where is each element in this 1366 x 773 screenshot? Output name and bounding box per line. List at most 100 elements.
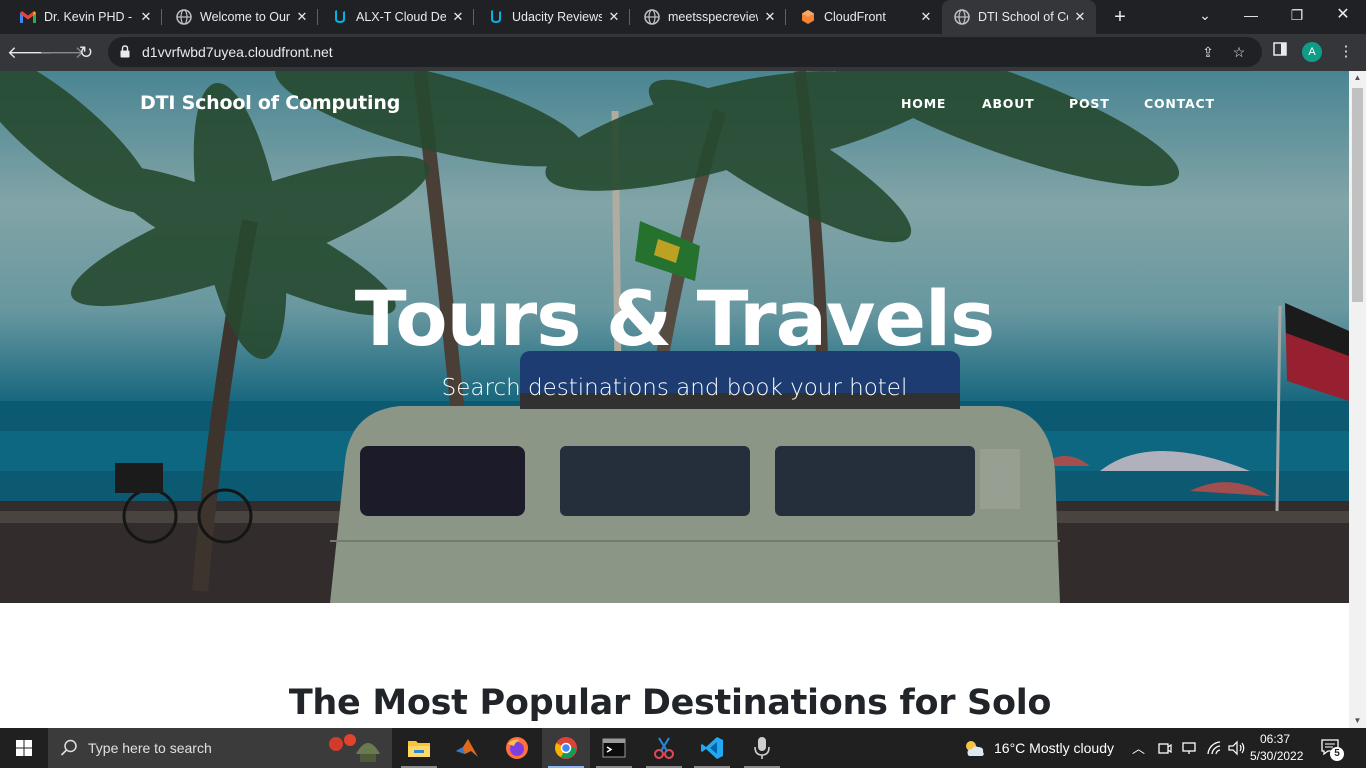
vscode-icon <box>701 737 723 759</box>
tab-divider <box>161 9 162 25</box>
minimize-button[interactable]: — <box>1228 0 1274 34</box>
vscode-app[interactable] <box>688 728 736 768</box>
hero-title: Tours & Travels <box>354 274 996 363</box>
matlab-icon <box>456 739 478 757</box>
udacity-icon <box>332 9 348 25</box>
clock-date: 5/30/2022 <box>1250 749 1304 763</box>
snipping-tool-app[interactable] <box>640 728 688 768</box>
chrome-icon <box>555 737 577 759</box>
globe-icon <box>954 9 970 25</box>
windows-taskbar: Type here to search 16°C Mostly cloudy ︿… <box>0 728 1366 768</box>
nav-home[interactable]: HOME <box>901 96 946 111</box>
tab-title: Dr. Kevin PHD - d <box>44 10 134 24</box>
close-tab-icon[interactable]: ✕ <box>918 9 934 25</box>
hero-banner: DTI School of Computing HOME ABOUT POST … <box>0 71 1349 603</box>
browser-tab-active[interactable]: DTI School of Co ✕ <box>942 0 1096 34</box>
new-tab-button[interactable]: + <box>1108 5 1132 29</box>
windows-logo-icon <box>16 740 32 756</box>
close-window-button[interactable]: ✕ <box>1320 0 1366 34</box>
notification-center-button[interactable]: 5 <box>1320 738 1346 761</box>
meet-now-icon[interactable] <box>1158 740 1172 756</box>
section-heading: The Most Popular Destinations for Solo <box>288 683 1052 723</box>
nav-about[interactable]: ABOUT <box>982 96 1035 111</box>
notification-count-badge: 5 <box>1330 747 1344 761</box>
terminal-app[interactable] <box>590 728 638 768</box>
search-icon <box>60 739 77 756</box>
taskbar-clock[interactable]: 06:37 5/30/2022 <box>1250 731 1304 765</box>
browser-tab-strip: Dr. Kevin PHD - d ✕ Welcome to Our ✕ ALX… <box>0 0 1366 34</box>
clock-time: 06:37 <box>1259 732 1291 746</box>
close-tab-icon[interactable]: ✕ <box>606 9 622 25</box>
tab-search-icon[interactable]: ⌄ <box>1182 0 1228 34</box>
tab-title: meetsspecreview <box>668 10 758 24</box>
show-hidden-icons-chevron-icon[interactable]: ︿ <box>1132 738 1145 757</box>
search-placeholder: Type here to search <box>88 740 212 756</box>
close-tab-icon[interactable]: ✕ <box>138 9 154 25</box>
page-scrollbar[interactable]: ▲ ▼ <box>1349 71 1366 728</box>
firefox-icon <box>506 737 528 759</box>
tab-divider <box>785 9 786 25</box>
terminal-icon <box>602 738 626 758</box>
aws-icon <box>800 9 816 25</box>
browser-tab[interactable]: CloudFront ✕ <box>788 0 942 34</box>
network-plug-icon[interactable] <box>1181 741 1197 755</box>
scrollbar-thumb[interactable] <box>1352 88 1363 302</box>
forward-arrow-icon[interactable]: 🡒 <box>39 39 85 67</box>
tab-title: Udacity Reviews <box>512 10 602 24</box>
tab-divider <box>473 9 474 25</box>
side-panel-icon[interactable] <box>1268 40 1292 64</box>
page-viewport: DTI School of Computing HOME ABOUT POST … <box>0 71 1349 728</box>
globe-icon <box>176 9 192 25</box>
url-text[interactable]: d1vvrfwbd7uyea.cloudfront.net <box>142 44 333 60</box>
browser-toolbar: 🡐 🡒 ↻ d1vvrfwbd7uyea.cloudfront.net ⇪ ☆ … <box>0 34 1366 71</box>
globe-icon <box>644 9 660 25</box>
nav-post[interactable]: POST <box>1069 96 1110 111</box>
reload-icon[interactable]: ↻ <box>72 39 100 67</box>
search-highlight-icon <box>329 734 380 762</box>
share-icon[interactable]: ⇪ <box>1198 42 1218 62</box>
tab-title: Welcome to Our <box>200 10 290 24</box>
tab-title: CloudFront <box>824 10 886 24</box>
file-explorer-app[interactable] <box>395 728 443 768</box>
address-bar[interactable]: d1vvrfwbd7uyea.cloudfront.net ⇪ ☆ <box>108 37 1262 67</box>
back-arrow-icon[interactable]: 🡐 <box>7 39 53 67</box>
nav-contact[interactable]: CONTACT <box>1144 96 1215 111</box>
close-tab-icon[interactable]: ✕ <box>294 9 310 25</box>
windows-start-button[interactable] <box>0 728 48 768</box>
lock-icon[interactable] <box>120 45 130 63</box>
close-tab-icon[interactable]: ✕ <box>762 9 778 25</box>
close-tab-icon[interactable]: ✕ <box>1072 9 1088 25</box>
hero-subtitle: Search destinations and book your hotel <box>441 375 908 401</box>
volume-icon[interactable] <box>1228 740 1246 756</box>
tab-divider <box>629 9 630 25</box>
browser-tab[interactable]: meetsspecreview ✕ <box>632 0 786 34</box>
microphone-icon <box>754 737 770 759</box>
scissors-icon <box>654 737 674 759</box>
tab-title: ALX-T Cloud Dev <box>356 10 446 24</box>
firefox-app[interactable] <box>493 728 541 768</box>
udacity-icon <box>488 9 504 25</box>
browser-tab[interactable]: Welcome to Our ✕ <box>164 0 318 34</box>
partly-cloudy-icon[interactable] <box>962 738 986 758</box>
close-tab-icon[interactable]: ✕ <box>450 9 466 25</box>
gmail-icon <box>20 9 36 25</box>
taskbar-search-box[interactable]: Type here to search <box>48 728 392 768</box>
profile-avatar[interactable]: A <box>1302 42 1322 62</box>
menu-kebab-icon[interactable]: ⋮ <box>1334 40 1358 64</box>
chrome-app[interactable] <box>542 728 590 768</box>
weather-text[interactable]: 16°C Mostly cloudy <box>994 740 1114 756</box>
tab-divider <box>317 9 318 25</box>
site-logo[interactable]: DTI School of Computing <box>140 92 400 114</box>
browser-tab[interactable]: Udacity Reviews ✕ <box>476 0 630 34</box>
folder-icon <box>408 741 430 757</box>
voice-recorder-app[interactable] <box>738 728 786 768</box>
scroll-down-arrow-icon[interactable]: ▼ <box>1349 714 1366 728</box>
browser-tab[interactable]: Dr. Kevin PHD - d ✕ <box>8 0 162 34</box>
bookmark-star-icon[interactable]: ☆ <box>1229 42 1249 62</box>
restore-button[interactable]: ❐ <box>1274 0 1320 34</box>
wifi-icon[interactable] <box>1206 740 1222 756</box>
scroll-up-arrow-icon[interactable]: ▲ <box>1349 71 1366 85</box>
matlab-app[interactable] <box>443 728 491 768</box>
browser-tab[interactable]: ALX-T Cloud Dev ✕ <box>320 0 474 34</box>
tab-title: DTI School of Co <box>978 10 1068 24</box>
